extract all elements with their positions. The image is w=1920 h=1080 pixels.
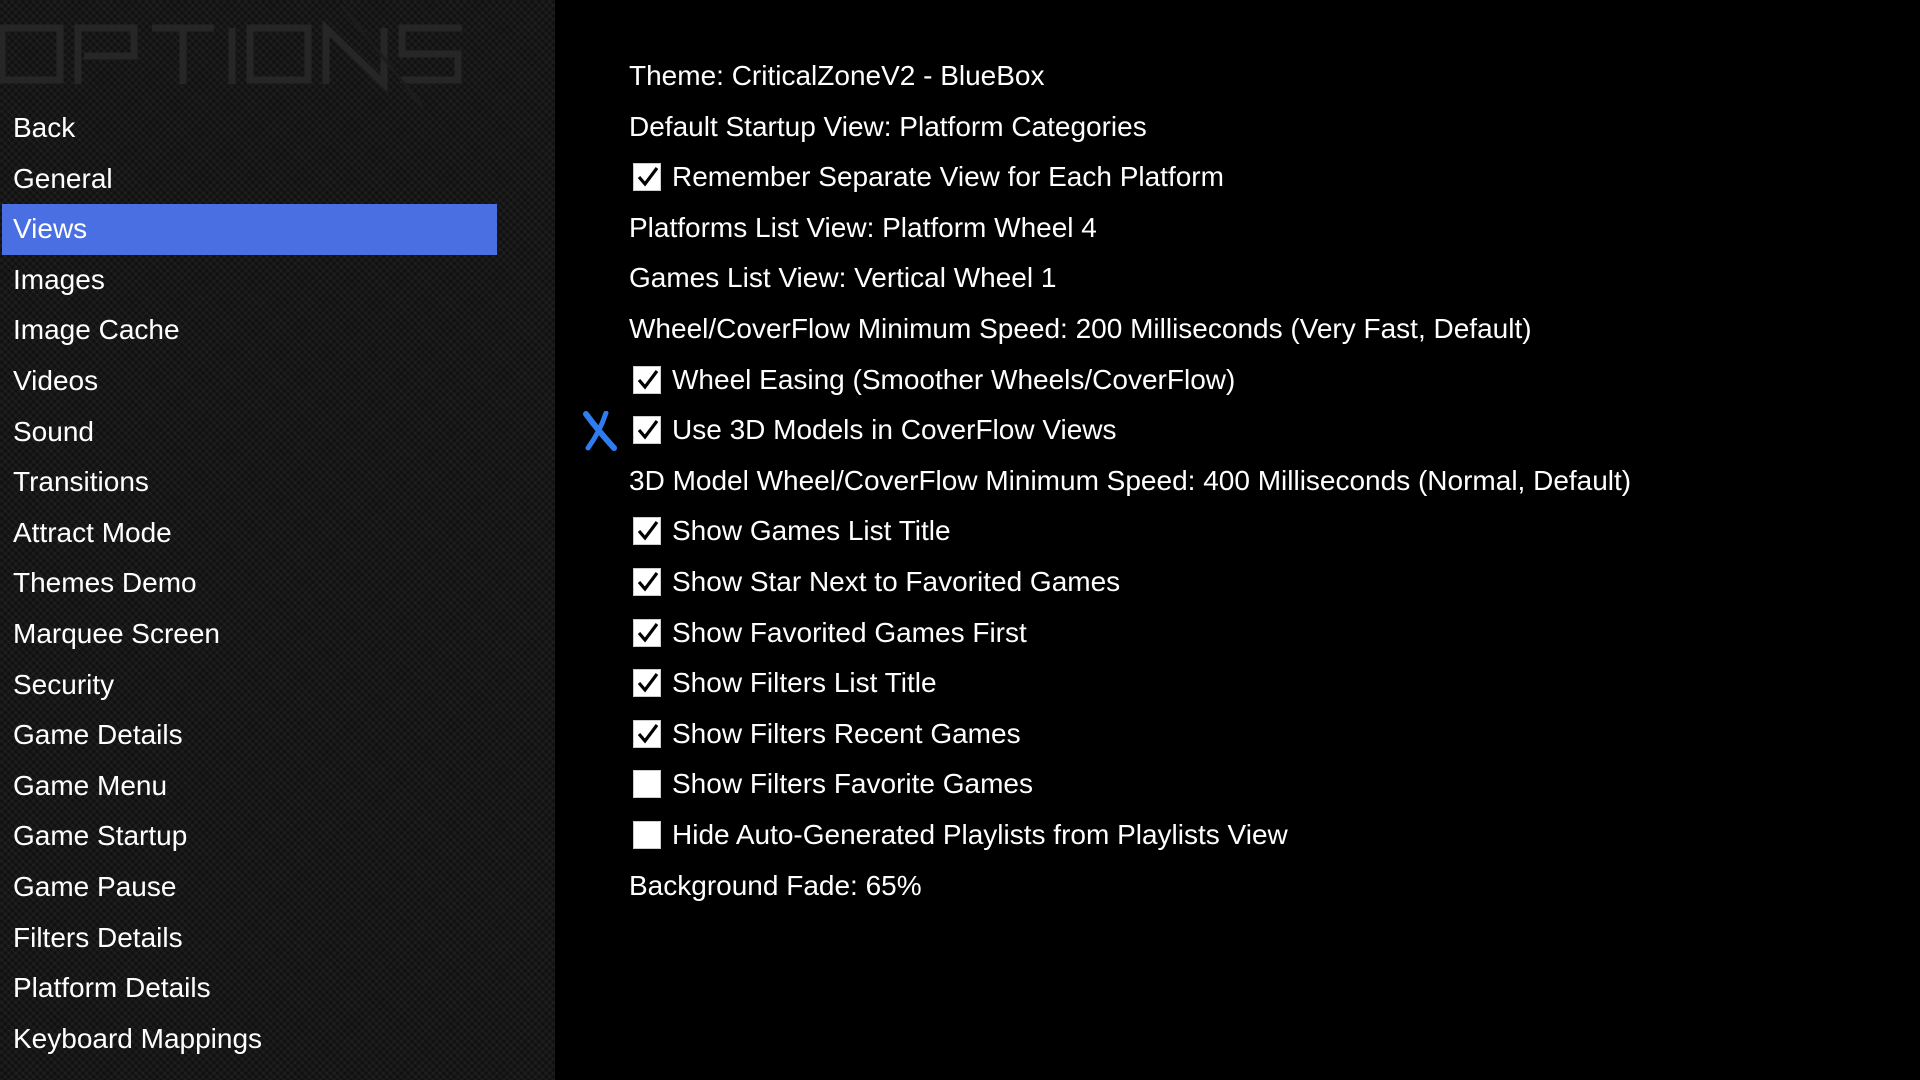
menu-item-game-pause[interactable]: Game Pause [0, 862, 484, 913]
setting-label: Show Filters Favorite Games [672, 768, 1033, 800]
checkbox-checked[interactable] [633, 365, 661, 394]
menu-item-transitions[interactable]: Transitions [0, 457, 484, 508]
menu-item-keyboard-mappings[interactable]: Keyboard Mappings [0, 1014, 484, 1065]
menu-item-marquee-screen[interactable]: Marquee Screen [0, 609, 484, 660]
setting-label: Use 3D Models in CoverFlow Views [672, 414, 1117, 446]
setting-show-star-favorited[interactable]: Show Star Next to Favorited Games [560, 557, 1900, 608]
checkbox-checked[interactable] [633, 719, 661, 748]
setting-show-favorited-first[interactable]: Show Favorited Games First [560, 608, 1900, 659]
menu-item-platform-details[interactable]: Platform Details [0, 963, 484, 1014]
settings-list: Theme: CriticalZoneV2 - BlueBox Default … [560, 51, 1900, 911]
setting-platforms-list-view[interactable]: Platforms List View: Platform Wheel 4 [560, 203, 1900, 254]
setting-label: Show Star Next to Favorited Games [672, 565, 1121, 597]
menu-item-themes-demo[interactable]: Themes Demo [0, 558, 484, 609]
checkmark-icon [637, 167, 659, 187]
setting-games-list-view[interactable]: Games List View: Vertical Wheel 1 [560, 253, 1900, 304]
setting-show-filters-recent-games[interactable]: Show Filters Recent Games [560, 709, 1900, 760]
setting-label: Show Filters Recent Games [672, 717, 1021, 749]
checkbox-unchecked[interactable] [633, 770, 661, 799]
menu-item-image-cache[interactable]: Image Cache [0, 305, 484, 356]
setting-show-games-list-title[interactable]: Show Games List Title [560, 506, 1900, 557]
menu-item-general[interactable]: General [0, 154, 484, 205]
checkmark-icon [637, 369, 659, 390]
setting-wheel-minimum-speed[interactable]: Wheel/CoverFlow Minimum Speed: 200 Milli… [560, 304, 1900, 355]
checkmark-icon [637, 673, 659, 693]
setting-hide-auto-generated-playlists[interactable]: Hide Auto-Generated Playlists from Playl… [560, 810, 1900, 861]
checkmark-icon [637, 571, 659, 592]
setting-label: Remember Separate View for Each Platform [672, 161, 1224, 193]
menu-item-attract-mode[interactable]: Attract Mode [0, 508, 484, 559]
setting-wheel-easing[interactable]: Wheel Easing (Smoother Wheels/CoverFlow) [560, 355, 1900, 406]
menu-item-game-details[interactable]: Game Details [0, 710, 484, 761]
setting-show-filters-list-title[interactable]: Show Filters List Title [560, 658, 1900, 709]
checkmark-icon [637, 622, 659, 643]
checkbox-checked[interactable] [633, 567, 661, 596]
checkmark-icon [637, 723, 659, 744]
setting-background-fade[interactable]: Background Fade: 65% [560, 861, 1900, 912]
checkbox-checked[interactable] [633, 163, 661, 192]
menu-item-images[interactable]: Images [0, 255, 484, 306]
menu-item-views[interactable]: Views [2, 204, 497, 255]
checkbox-checked[interactable] [633, 517, 661, 546]
setting-label: Background Fade: 65% [629, 869, 922, 901]
checkbox-checked[interactable] [633, 618, 661, 647]
checkmark-icon [637, 521, 659, 541]
setting-theme[interactable]: Theme: CriticalZoneV2 - BlueBox [560, 51, 1900, 102]
setting-label: Wheel/CoverFlow Minimum Speed: 200 Milli… [629, 312, 1532, 344]
menu-item-security[interactable]: Security [0, 660, 484, 711]
setting-label: Hide Auto-Generated Playlists from Playl… [672, 818, 1288, 850]
checkbox-checked[interactable] [633, 669, 661, 698]
menu-item-filters-details[interactable]: Filters Details [0, 913, 484, 964]
setting-label: Games List View: Vertical Wheel 1 [629, 262, 1057, 294]
menu-item-sound[interactable]: Sound [0, 407, 484, 458]
checkbox-unchecked[interactable] [633, 820, 661, 849]
menu-item-videos[interactable]: Videos [0, 356, 484, 407]
setting-label: Show Favorited Games First [672, 616, 1027, 648]
x-cursor-icon [583, 411, 617, 452]
menu-item-back[interactable]: Back [0, 103, 484, 154]
setting-label: Show Games List Title [672, 515, 951, 547]
options-menu: Back General Views Images Image Cache Vi… [0, 103, 555, 1064]
setting-use-3d-models[interactable]: Use 3D Models in CoverFlow Views [560, 405, 1900, 456]
setting-3d-model-minimum-speed[interactable]: 3D Model Wheel/CoverFlow Minimum Speed: … [560, 456, 1900, 507]
setting-label: Default Startup View: Platform Categorie… [629, 110, 1147, 142]
setting-label: Platforms List View: Platform Wheel 4 [629, 211, 1097, 243]
options-title-graphic [0, 6, 512, 106]
menu-item-game-startup[interactable]: Game Startup [0, 811, 484, 862]
setting-show-filters-favorite-games[interactable]: Show Filters Favorite Games [560, 759, 1900, 810]
setting-label: Wheel Easing (Smoother Wheels/CoverFlow) [672, 363, 1236, 395]
checkbox-checked[interactable] [633, 416, 661, 445]
setting-default-startup-view[interactable]: Default Startup View: Platform Categorie… [560, 102, 1900, 153]
checkmark-icon [637, 420, 659, 440]
menu-item-game-menu[interactable]: Game Menu [0, 761, 484, 812]
setting-remember-separate-view[interactable]: Remember Separate View for Each Platform [560, 152, 1900, 203]
setting-label: 3D Model Wheel/CoverFlow Minimum Speed: … [629, 464, 1632, 496]
setting-label: Theme: CriticalZoneV2 - BlueBox [629, 60, 1045, 91]
sidebar: Back General Views Images Image Cache Vi… [0, 0, 555, 1080]
setting-label: Show Filters List Title [672, 667, 937, 699]
